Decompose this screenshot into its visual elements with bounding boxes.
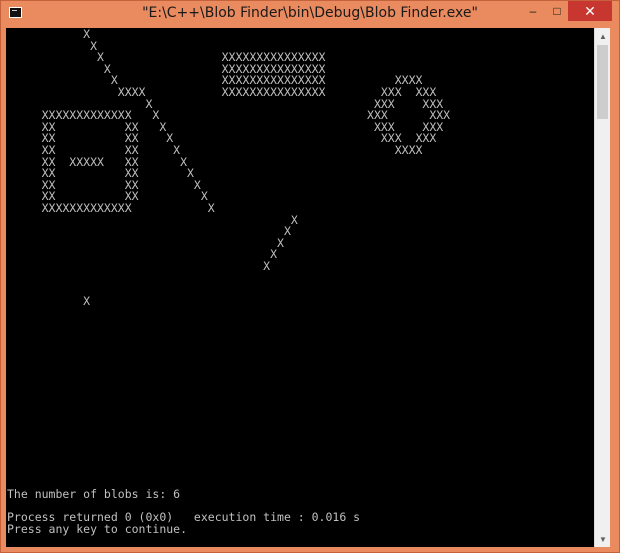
blob-count-line: The number of blobs is: 6 xyxy=(7,487,181,501)
vertical-scrollbar[interactable]: ▲ ▼ xyxy=(594,28,610,547)
console-output-area[interactable]: X X X XXXXXXXXXXXXXXX X XXXXXXXXXXXXXXX … xyxy=(6,28,594,547)
scroll-down-arrow-icon[interactable]: ▼ xyxy=(595,531,611,547)
press-key-line: Press any key to continue. xyxy=(7,521,188,536)
close-button[interactable]: ✕ xyxy=(568,1,612,21)
console-footer-text: The number of blobs is: 6 Process return… xyxy=(7,487,360,536)
scroll-up-arrow-icon[interactable]: ▲ xyxy=(595,28,611,44)
console-window: "E:\C++\Blob Finder\bin\Debug\Blob Finde… xyxy=(0,0,620,553)
maximize-button[interactable]: □ xyxy=(549,1,565,21)
title-bar[interactable]: "E:\C++\Blob Finder\bin\Debug\Blob Finde… xyxy=(1,1,619,27)
blob-ascii-art: X X X XXXXXXXXXXXXXXX X XXXXXXXXXXXXXXX … xyxy=(41,28,451,308)
scrollbar-thumb[interactable] xyxy=(597,45,608,119)
minimize-button[interactable]: – xyxy=(525,1,541,21)
